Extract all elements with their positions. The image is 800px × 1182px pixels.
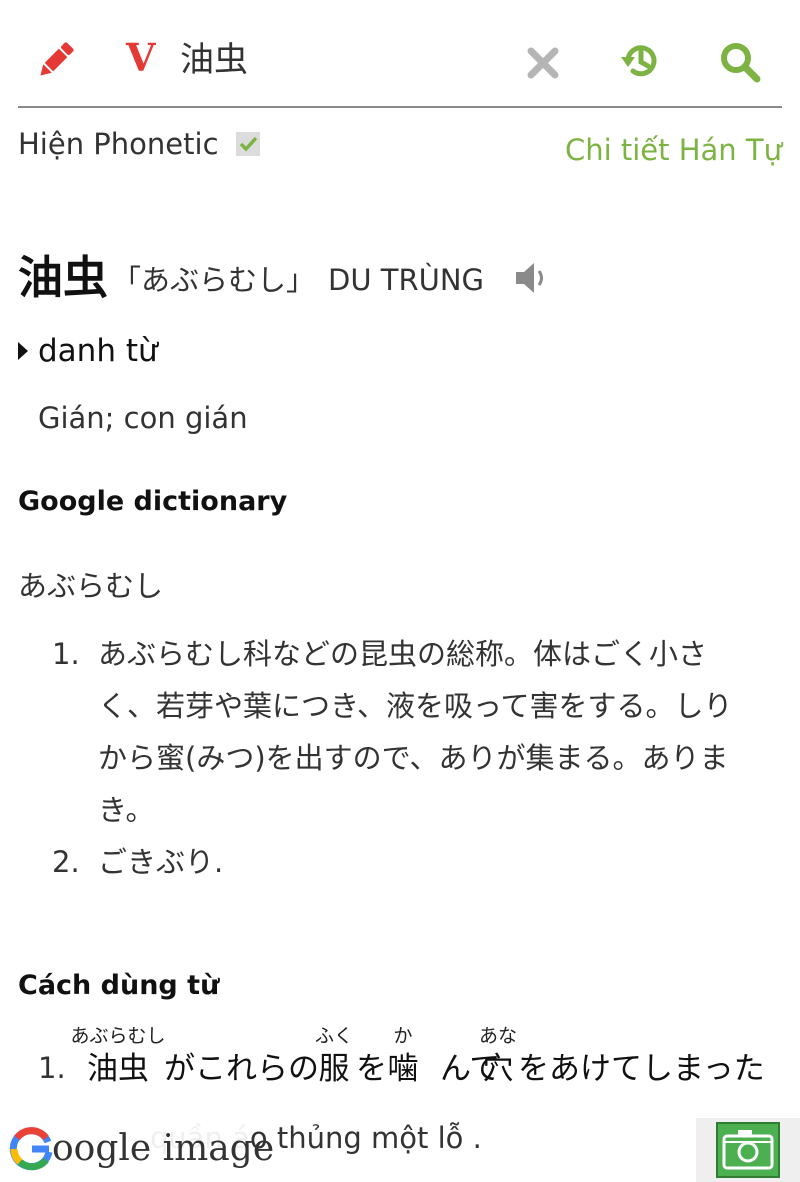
entry-kanji: 油虫 xyxy=(18,251,109,304)
ruby-word: あぶらむし 油虫 xyxy=(70,1024,166,1090)
google-image-button[interactable]: oogle image xyxy=(0,1122,274,1178)
header-divider xyxy=(18,106,782,108)
example-text: をあけてしまった xyxy=(518,1051,765,1087)
ruby-base: 油虫 xyxy=(87,1051,149,1087)
entry-meaning: Gián; con gián xyxy=(38,401,248,435)
example-number: 1. xyxy=(38,1051,66,1085)
furigana: ふく xyxy=(314,1025,353,1047)
search-icon[interactable] xyxy=(718,40,762,84)
ruby-word: あな 穴 xyxy=(478,1024,518,1090)
speaker-icon[interactable] xyxy=(514,260,550,296)
history-icon[interactable] xyxy=(620,40,662,82)
check-icon xyxy=(239,136,258,152)
google-dictionary-heading: Google dictionary xyxy=(18,486,288,517)
definition-number: 1. xyxy=(52,637,80,671)
entry-reading: 「あぶらむし」 xyxy=(112,263,316,297)
expand-triangle-icon xyxy=(18,341,28,360)
google-g-icon xyxy=(9,1127,53,1171)
ruby-base: 穴 xyxy=(482,1051,514,1087)
edit-pencil-icon[interactable] xyxy=(36,40,76,80)
google-dictionary-word: あぶらむし xyxy=(18,569,164,603)
example-text: がこれらの xyxy=(164,1051,319,1087)
definition-line: ごきぶり. xyxy=(98,845,224,879)
definition-line: から蜜(みつ)を出すので、ありが集まる。ありま xyxy=(98,741,729,775)
camera-icon xyxy=(722,1130,774,1170)
close-icon[interactable] xyxy=(526,46,560,80)
definition-line: あぶらむし科などの昆虫の総称。体はごく小さ xyxy=(98,637,708,671)
furigana: か xyxy=(393,1025,413,1047)
furigana: あぶらむし xyxy=(70,1025,166,1047)
ruby-word: ふく 服 xyxy=(314,1024,354,1090)
google-image-label: oogle image xyxy=(52,1128,275,1169)
ruby-word: か 噛 xyxy=(386,1024,420,1090)
kanji-detail-link[interactable]: Chi tiết Hán Tự xyxy=(565,130,782,170)
phonetic-checkbox[interactable] xyxy=(236,132,260,156)
phonetic-toggle-label: Hiện Phonetic xyxy=(18,127,219,161)
search-input[interactable]: 油虫 xyxy=(180,36,248,84)
usage-heading: Cách dùng từ xyxy=(18,970,220,1001)
definition-item: 2. ごきぶり. xyxy=(52,836,772,888)
ruby-base: 服 xyxy=(318,1051,350,1087)
ruby-base: 噛 xyxy=(387,1051,419,1087)
part-of-speech[interactable]: danh từ xyxy=(18,330,158,372)
definition-line: き。 xyxy=(98,793,155,827)
definition-number: 2. xyxy=(52,845,80,879)
camera-panel xyxy=(696,1118,800,1182)
furigana: あな xyxy=(478,1025,517,1047)
example-text: を xyxy=(356,1051,387,1087)
camera-button[interactable] xyxy=(716,1122,780,1178)
part-of-speech-label: danh từ xyxy=(38,333,158,369)
definition-item: 1. あぶらむし科などの昆虫の総称。体はごく小さ く、若芽や葉につき、液を吸って… xyxy=(52,628,772,836)
entry-hanviet: DU TRÙNG xyxy=(328,263,485,297)
language-v-button[interactable]: V xyxy=(126,34,155,82)
definition-line: く、若芽や葉につき、液を吸って害をする。しり xyxy=(98,689,733,723)
